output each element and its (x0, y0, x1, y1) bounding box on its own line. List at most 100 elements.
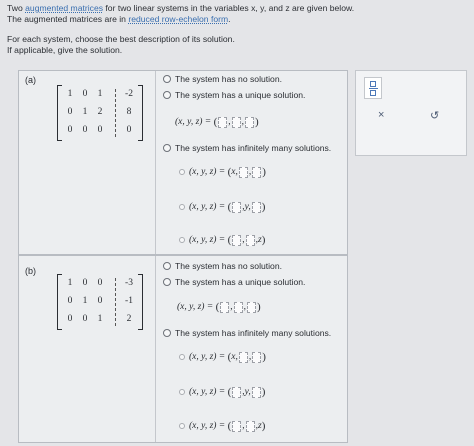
part-label: (b) (25, 266, 36, 276)
paren-close: ) (262, 166, 266, 178)
matrix-cell: 2 (97, 107, 103, 117)
radio-button[interactable] (163, 144, 171, 152)
augmented-matrices-link[interactable]: augmented matrices (25, 3, 103, 13)
matrix-cell: 0 (97, 278, 103, 288)
option-label: The system has infinitely many solutions… (175, 328, 332, 338)
radio-button[interactable] (179, 389, 185, 395)
panel-divider (155, 71, 156, 254)
fraction-template-icon[interactable] (364, 77, 382, 99)
radio-button[interactable] (163, 91, 171, 99)
answer-box-x[interactable] (220, 301, 230, 313)
answer-box-x[interactable] (232, 201, 242, 213)
option-label: The system has a unique solution. (175, 277, 306, 287)
answer-box-y[interactable] (245, 420, 255, 432)
infinite-form-x-free[interactable]: (x, y, z) = (x,,) (179, 166, 266, 178)
matrix-cell: 0 (67, 296, 73, 306)
fraction-bar (368, 87, 378, 89)
paren-open: ( (213, 116, 218, 128)
matrix-cell: 1 (67, 278, 73, 288)
equation-lhs: (x, y, z) = (189, 352, 226, 362)
infinite-form-y-free[interactable]: (x, y, z) = (, y,) (179, 201, 265, 213)
undo-icon[interactable]: ↺ (430, 109, 439, 122)
answer-box-y[interactable] (245, 234, 255, 246)
answer-box-z[interactable] (251, 201, 261, 213)
answer-box-z[interactable] (252, 166, 262, 178)
infinite-form-z-free[interactable]: (x, y, z) = (,, z) (179, 234, 265, 246)
answer-box-z[interactable] (245, 116, 255, 128)
answer-box-z[interactable] (251, 386, 261, 398)
radio-button[interactable] (179, 354, 185, 360)
radio-button[interactable] (163, 262, 171, 270)
matrix-cell: 0 (82, 314, 88, 324)
radio-button[interactable] (163, 278, 171, 286)
paren-open: ( (227, 201, 232, 213)
answer-box-x[interactable] (232, 234, 242, 246)
unique-solution-form: (x, y, z) = (,,) (175, 116, 259, 128)
option-no-solution[interactable]: The system has no solution. (163, 74, 282, 84)
matrix-cell: 0 (82, 278, 88, 288)
radio-button[interactable] (179, 237, 185, 243)
augmented-matrix-a: 1 0 1 -2 0 1 2 8 0 0 0 0 (57, 85, 143, 141)
option-label: The system has no solution. (175, 74, 282, 84)
intro-line-4: If applicable, give the solution. (7, 44, 123, 55)
option-infinite-solutions[interactable]: The system has infinitely many solutions… (163, 328, 331, 338)
matrix-cell: 1 (82, 107, 88, 117)
answer-box-x[interactable] (218, 116, 228, 128)
augment-divider (115, 278, 116, 326)
option-label: The system has a unique solution. (175, 90, 306, 100)
option-infinite-solutions[interactable]: The system has infinitely many solutions… (163, 143, 331, 153)
paren-close: ) (255, 116, 259, 128)
radio-button[interactable] (179, 204, 185, 210)
equation-lhs: (x, y, z) = (189, 421, 226, 431)
matrix-cell: 0 (67, 125, 73, 135)
matrix-cell: 0 (126, 125, 132, 135)
answer-box-y[interactable] (233, 301, 243, 313)
matrix-cell: 0 (67, 107, 73, 117)
comma: , (242, 421, 245, 431)
comma: , (241, 117, 245, 127)
answer-box-y[interactable] (231, 116, 241, 128)
paren-open: ( (227, 386, 232, 398)
comma: , (230, 302, 233, 312)
matrix-cell: 1 (67, 89, 73, 99)
rref-link[interactable]: reduced row-echelon form (128, 14, 228, 24)
answer-box-z[interactable] (252, 351, 262, 363)
radio-button[interactable] (179, 423, 185, 429)
matrix-cell: 1 (97, 314, 103, 324)
free-variable: x, (231, 167, 238, 177)
answer-box-y[interactable] (238, 351, 248, 363)
matrix-cell: 2 (126, 314, 132, 324)
free-variable: y, (244, 202, 251, 212)
comma: , (248, 167, 252, 177)
matrix-bracket-right (138, 85, 143, 141)
radio-button[interactable] (163, 329, 171, 337)
comma: , (242, 235, 245, 245)
option-unique-solution[interactable]: The system has a unique solution. (163, 277, 305, 287)
matrix-cell: 0 (97, 125, 103, 135)
clear-icon[interactable]: × (378, 109, 384, 121)
matrix-bracket-left (57, 274, 62, 330)
answer-box-z[interactable] (247, 301, 257, 313)
intro-line-3: For each system, choose the best descrip… (7, 34, 235, 44)
instructions: Two augmented matrices for two linear sy… (7, 3, 407, 55)
part-b-panel: (b) 1 0 0 -3 0 1 0 -1 0 0 1 2 The system… (18, 255, 348, 443)
paren-open: ( (227, 420, 232, 432)
answer-box-y[interactable] (238, 166, 248, 178)
intro-line-2: The augmented matrices are in reduced ro… (7, 14, 407, 25)
infinite-form-z-free[interactable]: (x, y, z) = (,, z) (179, 420, 265, 432)
intro-text: The augmented matrices are in (7, 13, 129, 24)
option-no-solution[interactable]: The system has no solution. (163, 261, 282, 271)
paren-close: ) (262, 351, 266, 363)
matrix-cell: 0 (82, 125, 88, 135)
paren-close: ) (261, 201, 266, 213)
paren-close: ) (261, 386, 266, 398)
answer-box-x[interactable] (232, 420, 242, 432)
infinite-form-y-free[interactable]: (x, y, z) = (, y,) (179, 386, 265, 398)
comma: , (243, 302, 247, 312)
option-unique-solution[interactable]: The system has a unique solution. (163, 90, 305, 100)
answer-box-x[interactable] (232, 386, 242, 398)
radio-button[interactable] (179, 169, 185, 175)
infinite-form-x-free[interactable]: (x, y, z) = (x,,) (179, 351, 266, 363)
radio-button[interactable] (163, 75, 171, 83)
free-variable: x, (231, 352, 238, 362)
